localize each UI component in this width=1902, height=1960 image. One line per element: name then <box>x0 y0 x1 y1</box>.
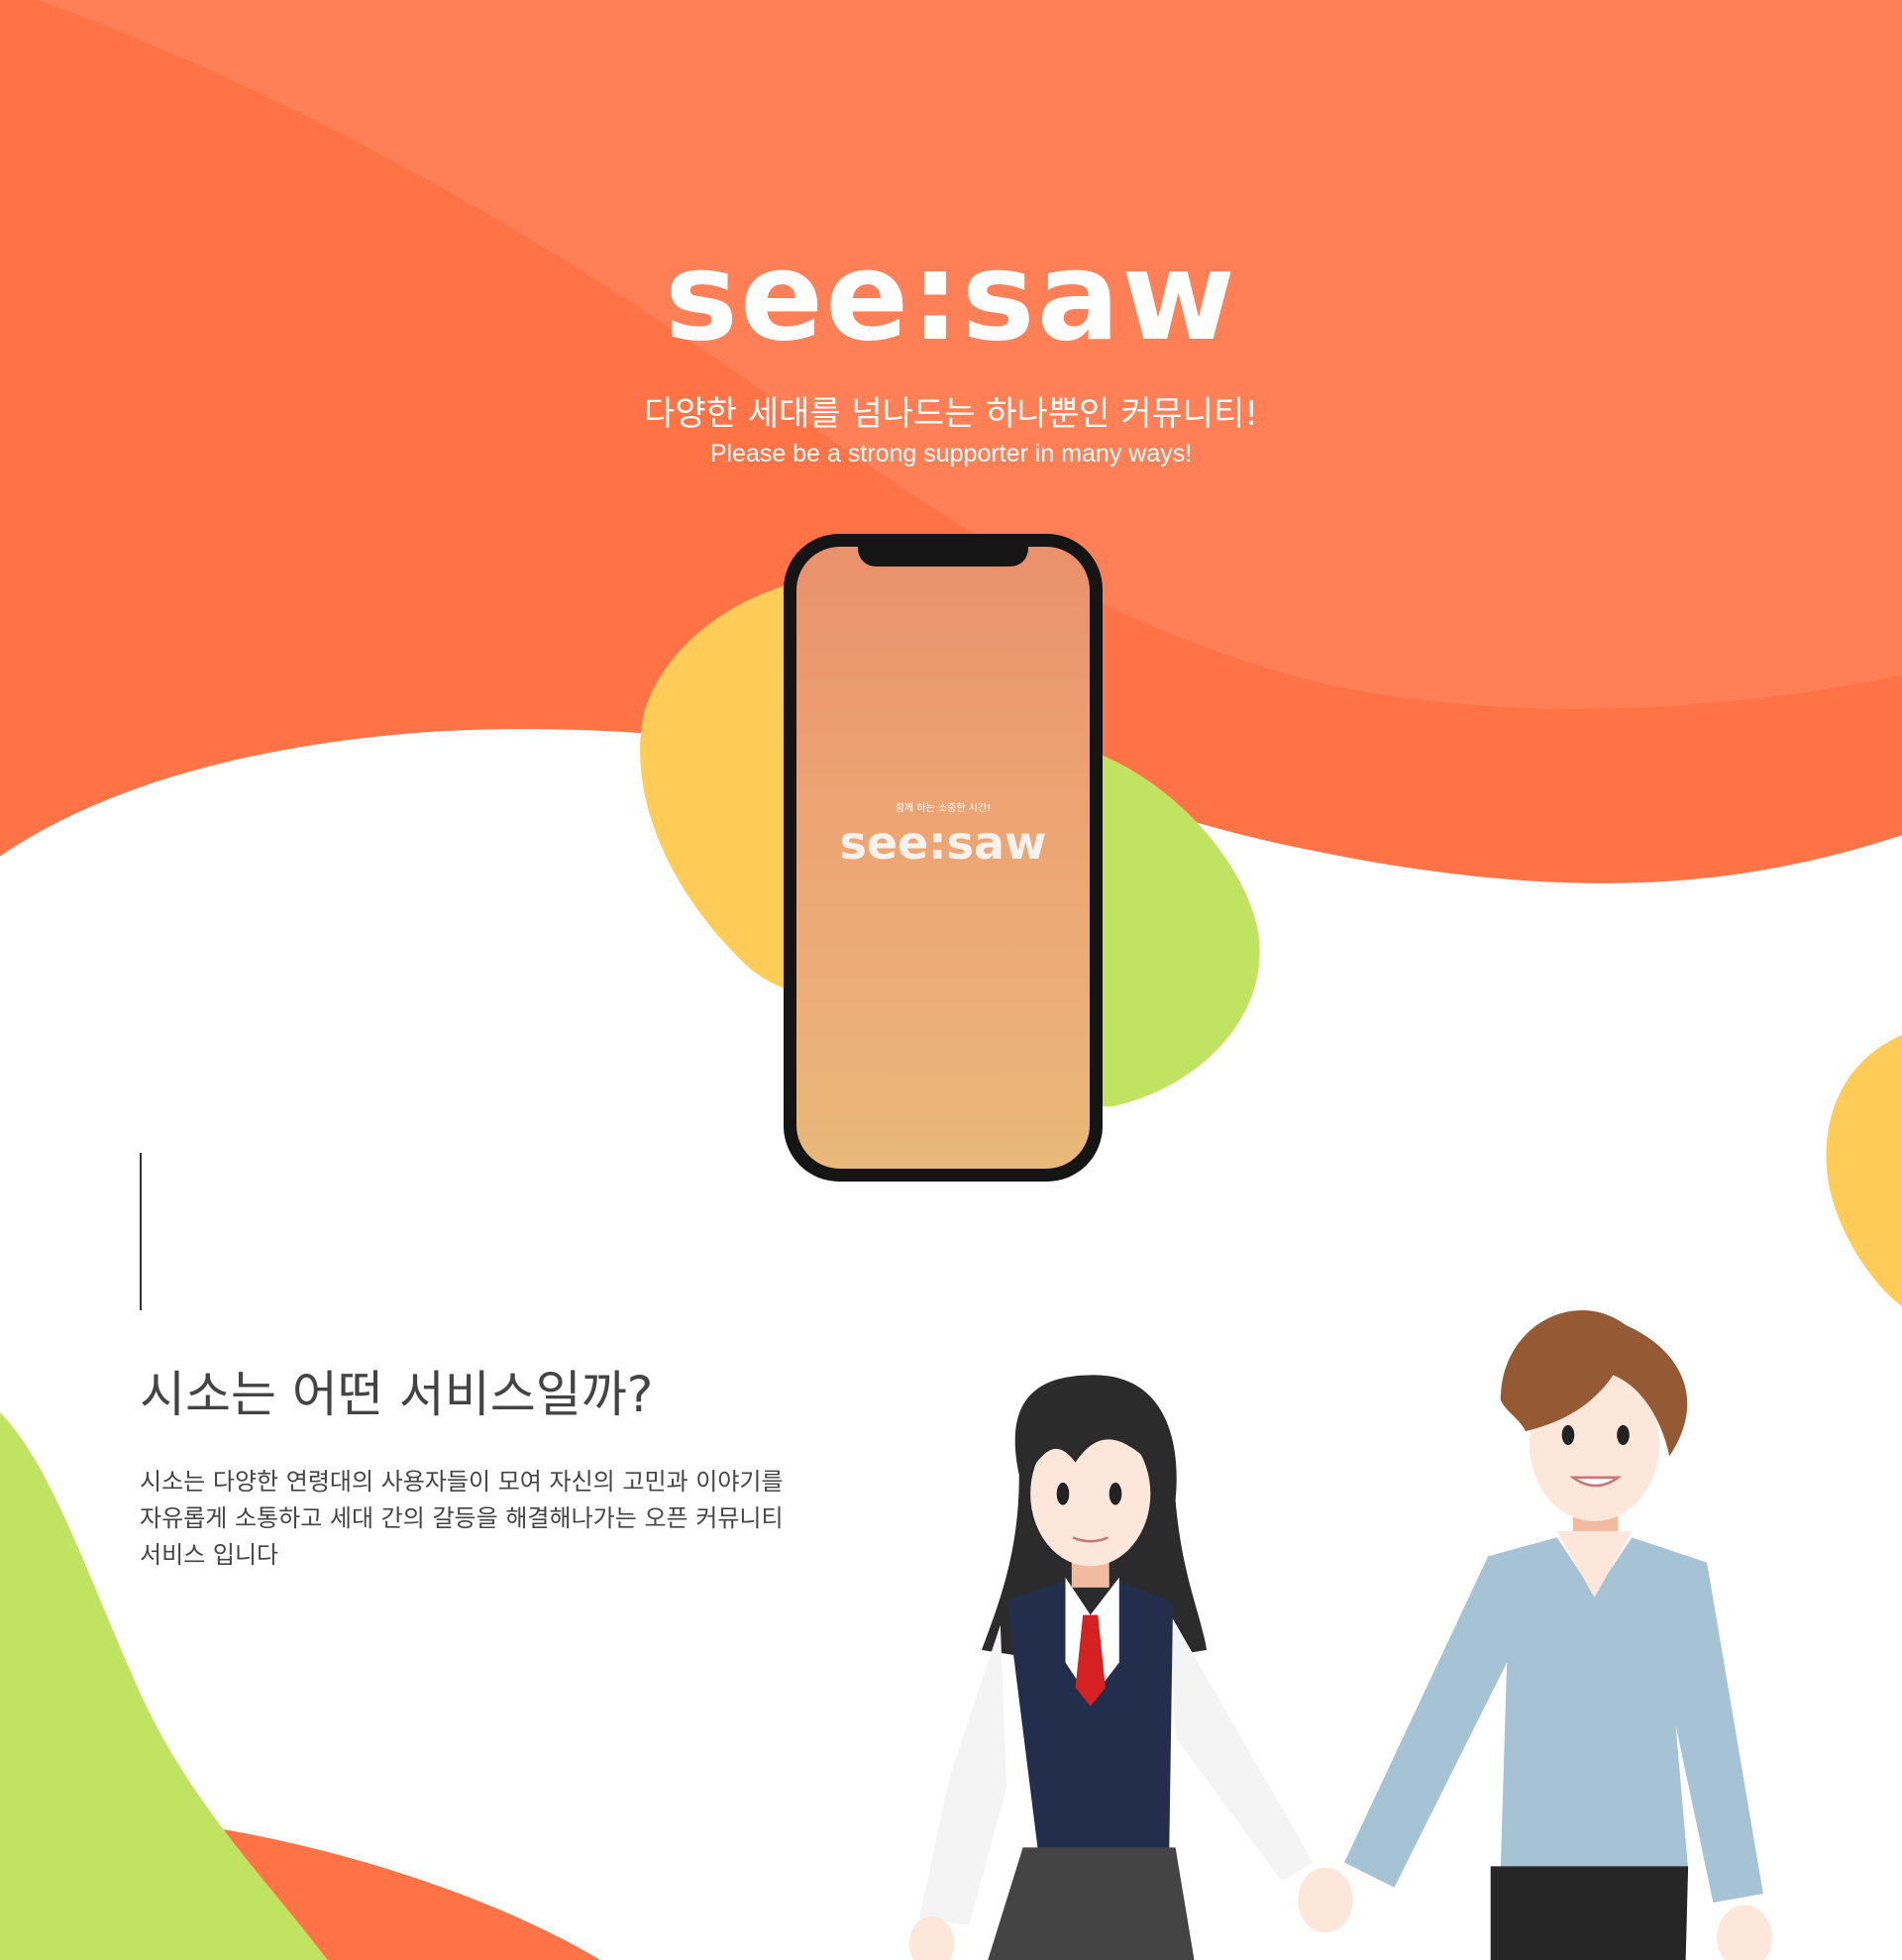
section-divider-line <box>140 1153 142 1310</box>
phone-notch <box>858 547 1028 567</box>
description-line: 시소는 다양한 연령대의 사용자들이 모여 자신의 고민과 이야기를 <box>140 1468 784 1496</box>
description-line: 서비스 입니다 <box>140 1541 279 1569</box>
phone-screen-tagline: 함께 하는 소중한 시간! <box>895 803 992 814</box>
student-girl-illustration <box>908 1375 1353 1960</box>
yellow-edge-blob <box>1826 1035 1902 1306</box>
about-description: 시소는 다양한 연령대의 사용자들이 모여 자신의 고민과 이야기를 자유롭게 … <box>140 1464 873 1574</box>
description-line: 자유롭게 소통하고 세대 간의 갈등을 해결해나가는 오픈 커뮤니티 <box>140 1504 784 1532</box>
seesaw-logo: see:saw <box>665 226 1237 368</box>
phone-screen: 함께 하는 소중한 시간! see:saw <box>796 547 1090 1169</box>
hero-subtitle: Please be a strong supporter in many way… <box>709 440 1193 467</box>
phone-mockup: 함께 하는 소중한 시간! see:saw <box>784 534 1103 1182</box>
hero-tagline: 다양한 세대를 넘나드는 하나뿐인 커뮤니티! <box>644 394 1258 434</box>
phone-screen-logo: see:saw <box>839 816 1047 870</box>
about-heading: 시소는 어떤 서비스일까? <box>140 1366 654 1423</box>
man-illustration <box>1344 1309 1772 1960</box>
